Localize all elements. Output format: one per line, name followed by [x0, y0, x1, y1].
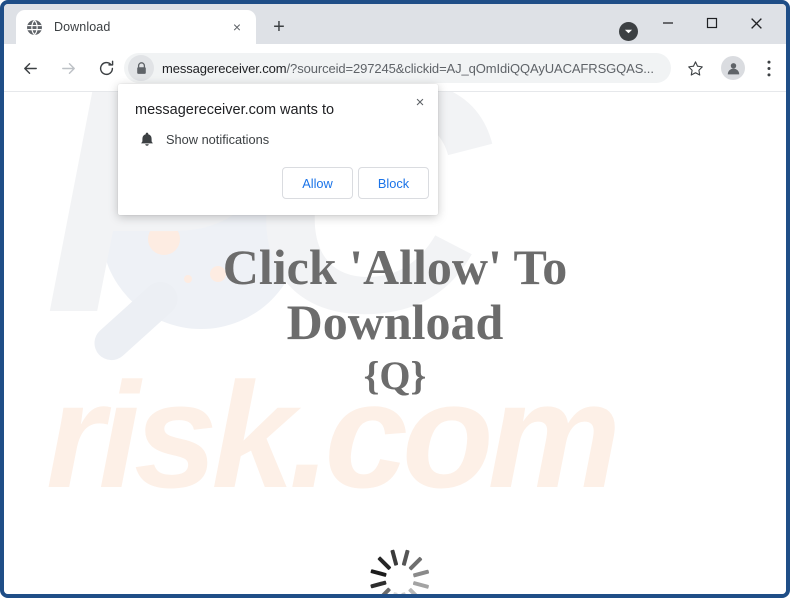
allow-button[interactable]: Allow — [282, 167, 353, 199]
spinner-spoke — [401, 592, 409, 594]
new-tab-button[interactable]: + — [266, 14, 292, 40]
person-icon — [727, 62, 739, 74]
dialog-close-button[interactable]: × — [408, 90, 432, 114]
headline-line-3: {Q} — [363, 353, 427, 398]
browser-menu-button[interactable] — [754, 53, 784, 83]
browser-tab[interactable]: Download × — [16, 10, 256, 44]
tab-search-button[interactable] — [619, 22, 638, 41]
back-button[interactable] — [14, 52, 46, 84]
url-path: /?sourceid=297245&clickid=AJ_qOmIdiQQAyU… — [286, 60, 654, 76]
tab-close-icon[interactable]: × — [228, 18, 246, 36]
star-icon — [687, 60, 703, 76]
site-info-button[interactable] — [128, 55, 154, 81]
url-domain: messagereceiver.com — [162, 60, 287, 76]
chevron-down-icon — [624, 29, 633, 34]
url-text: messagereceiver.com/?sourceid=297245&cli… — [162, 61, 654, 76]
block-button[interactable]: Block — [358, 167, 429, 199]
reload-button[interactable] — [90, 52, 122, 84]
close-icon — [750, 17, 762, 29]
spinner-spoke — [376, 587, 391, 594]
spinner-spoke — [389, 549, 398, 566]
spinner-spoke — [412, 569, 429, 578]
three-dot-menu-icon — [767, 60, 771, 76]
spinner-spoke — [389, 592, 398, 594]
dialog-permission-label: Show notifications — [166, 132, 270, 147]
spinner-spoke — [407, 556, 422, 571]
tab-title: Download — [54, 20, 111, 34]
spinner-spoke — [412, 580, 429, 589]
dialog-title: messagereceiver.com wants to — [135, 102, 335, 118]
page-headline: Click 'Allow' To Download {Q} — [4, 240, 786, 398]
globe-icon — [27, 19, 42, 35]
bookmark-button[interactable] — [680, 53, 710, 83]
arrow-left-icon — [23, 62, 37, 74]
window-minimize-button[interactable] — [646, 8, 690, 38]
headline-line-2: Download — [286, 294, 504, 350]
profile-button[interactable] — [718, 53, 748, 83]
arrow-right-icon — [61, 62, 75, 74]
headline-line-1: Click 'Allow' To — [222, 239, 568, 295]
spinner-spoke — [401, 549, 409, 566]
window-close-button[interactable] — [734, 8, 778, 38]
window-maximize-button[interactable] — [690, 8, 734, 38]
avatar — [721, 56, 745, 80]
bell-icon — [138, 131, 156, 149]
forward-button[interactable] — [52, 52, 84, 84]
tab-strip: Download × + — [4, 4, 786, 44]
maximize-icon — [706, 17, 718, 29]
spinner-spoke — [369, 580, 387, 589]
lock-icon — [136, 61, 146, 74]
spinner-spoke — [369, 569, 387, 578]
reload-icon — [99, 60, 113, 75]
spinner-spoke — [376, 556, 391, 571]
notification-permission-dialog: × messagereceiver.com wants to Show noti… — [118, 84, 438, 215]
browser-window: Download × + messagereceiver.com/?source… — [0, 0, 790, 598]
spinner-spoke — [407, 587, 422, 594]
minimize-icon — [663, 22, 673, 24]
address-bar[interactable]: messagereceiver.com/?sourceid=297245&cli… — [124, 53, 671, 83]
loading-spinner — [369, 549, 429, 594]
